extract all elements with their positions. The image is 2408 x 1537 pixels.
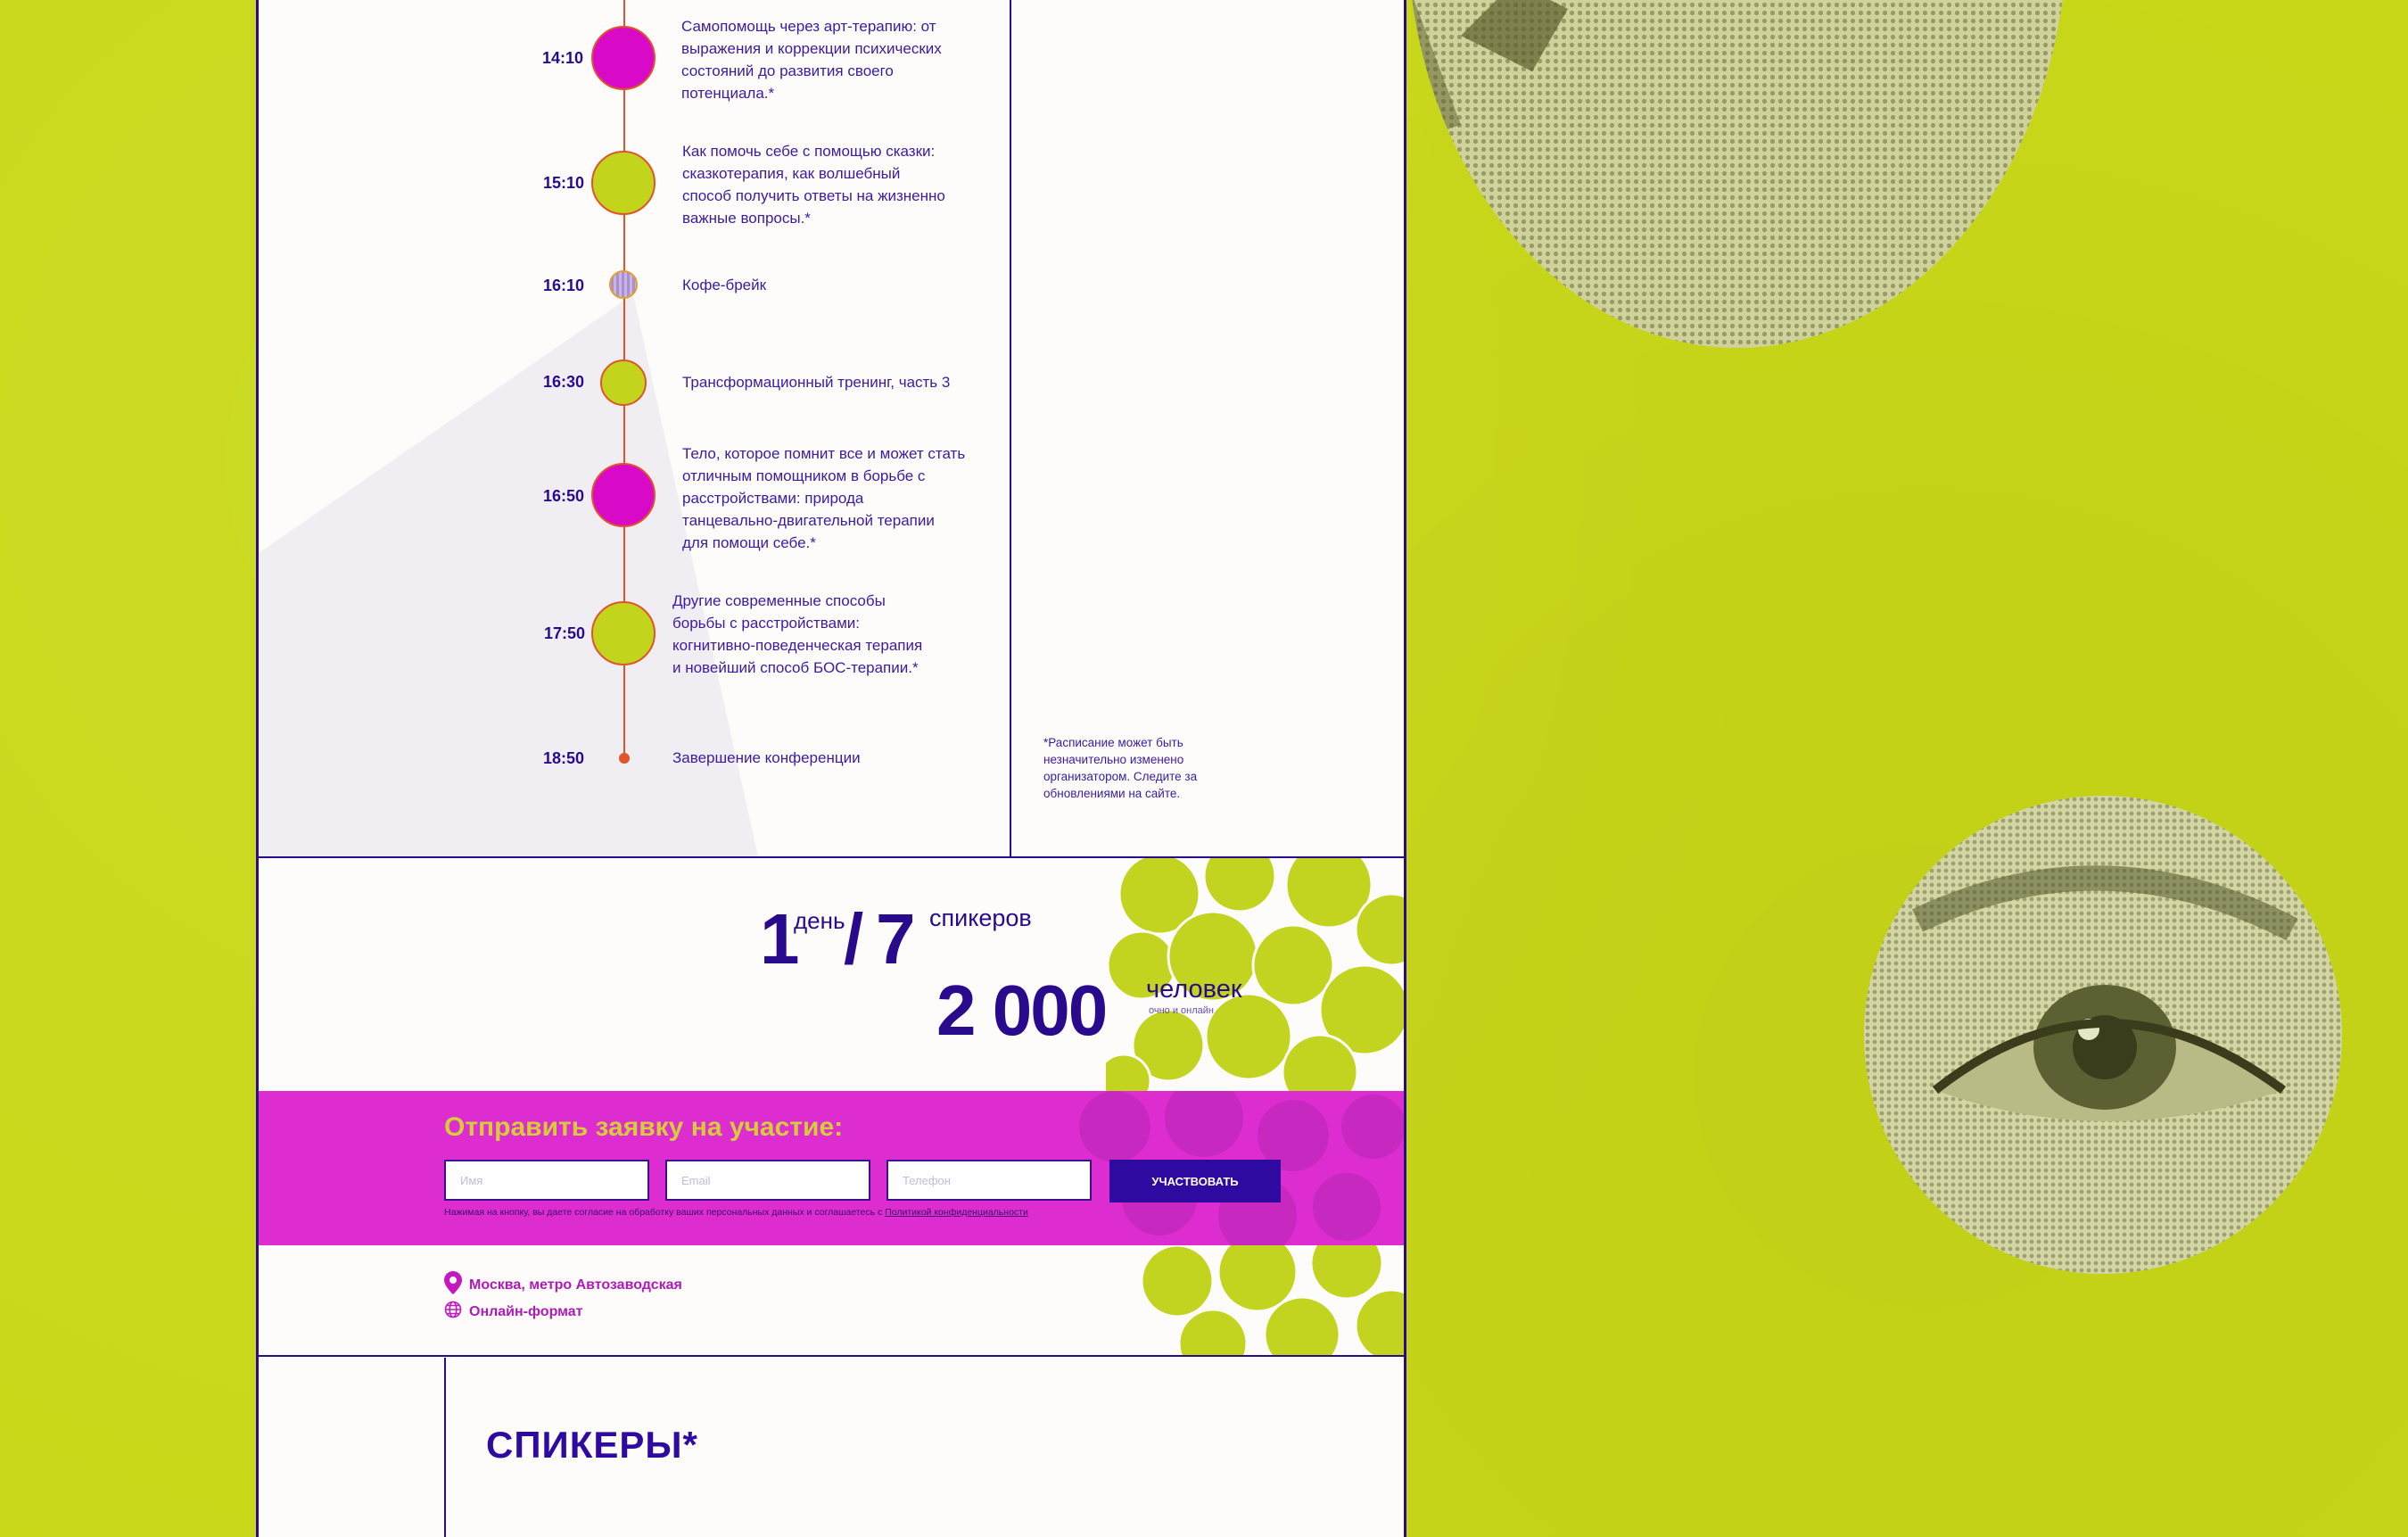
timeline-dot-lime bbox=[600, 359, 647, 406]
event-line: состояний до развития своего bbox=[681, 62, 894, 79]
schedule-note: *Расписание может быть незначительно изм… bbox=[1043, 736, 1198, 800]
schedule-event: Завершение конференции bbox=[672, 747, 861, 769]
timeline-dot-lime bbox=[591, 601, 656, 665]
consent-text: Нажимая на кнопку, вы даете согласие на … bbox=[444, 1207, 1028, 1218]
stat-days-label: день bbox=[794, 907, 845, 934]
schedule-time: 14:10 bbox=[542, 49, 584, 67]
location-address: Москва, метро Автозаводская bbox=[444, 1271, 682, 1299]
event-line: когнитивно-поведенческая терапия bbox=[672, 637, 923, 654]
participate-button[interactable]: УЧАСТВОВАТЬ bbox=[1109, 1160, 1281, 1202]
stat-people-sub: очно и онлайн bbox=[1149, 1005, 1215, 1016]
schedule-time: 17:50 bbox=[544, 624, 586, 642]
name-input[interactable] bbox=[444, 1160, 649, 1201]
decor-shadow bbox=[259, 294, 758, 856]
bubbles-decor-loc bbox=[1142, 1245, 1404, 1356]
schedule-section: 14:10 Самопомощь через арт-терапию: от в… bbox=[259, 0, 1404, 856]
timeline-dot-striped bbox=[609, 270, 638, 299]
stats-section: 1 день / 7 спикеров 2 000 человек очно и… bbox=[259, 858, 1404, 1091]
timeline-dot-magenta bbox=[591, 463, 656, 527]
consent-label: Нажимая на кнопку, вы даете согласие на … bbox=[444, 1207, 886, 1218]
speakers-section: СПИКЕРЫ* bbox=[259, 1358, 1404, 1537]
event-line: важные вопросы.* bbox=[682, 210, 811, 227]
timeline-dot-magenta bbox=[591, 26, 656, 90]
schedule-event: Как помочь себе с помощью сказки: сказко… bbox=[682, 140, 945, 229]
event-line: способ получить ответы на жизненно bbox=[682, 187, 945, 204]
event-line: танцевально-двигательной терапии bbox=[682, 512, 935, 529]
phone-input[interactable] bbox=[887, 1160, 1092, 1201]
schedule-time: 16:50 bbox=[543, 487, 585, 505]
eye-halftone-image bbox=[1864, 796, 2342, 1274]
event-line: и новейший способ БОС-терапии.* bbox=[672, 659, 919, 676]
event-line: Кофе-брейк bbox=[682, 277, 767, 293]
speakers-title: СПИКЕРЫ* bbox=[486, 1424, 698, 1466]
location-online: Онлайн-формат bbox=[444, 1301, 582, 1323]
stat-people-label: человек bbox=[1146, 975, 1242, 1004]
event-line: Трансформационный тренинг, часть 3 bbox=[682, 374, 951, 391]
location-address-text: Москва, метро Автозаводская bbox=[469, 1277, 682, 1293]
stat-slash: / bbox=[844, 899, 863, 979]
main-content-panel: 14:10 Самопомощь через арт-терапию: от в… bbox=[256, 0, 1406, 1537]
event-line: Завершение конференции bbox=[672, 749, 861, 766]
event-line: отличным помощником в борьбе с bbox=[682, 467, 926, 484]
event-line: потенциала.* bbox=[681, 85, 775, 102]
schedule-time: 18:50 bbox=[543, 749, 585, 767]
schedule-event: Кофе-брейк bbox=[682, 274, 766, 296]
stat-days-number: 1 bbox=[760, 899, 799, 979]
event-line: выражения и коррекции психических bbox=[681, 40, 942, 57]
map-pin-icon bbox=[444, 1271, 462, 1299]
column-divider bbox=[1010, 0, 1011, 856]
event-line: Самопомощь через арт-терапию: от bbox=[681, 18, 936, 35]
schedule-time: 16:30 bbox=[543, 373, 585, 391]
schedule-time: 15:10 bbox=[543, 174, 585, 192]
location-online-text: Онлайн-формат bbox=[469, 1303, 583, 1319]
location-section: Москва, метро Автозаводская Онлайн-форма… bbox=[259, 1245, 1404, 1356]
timeline-dot-lime bbox=[591, 151, 656, 215]
event-line: борьбы с расстройствами: bbox=[672, 615, 860, 632]
privacy-policy-link[interactable]: Политикой конфиденциальности bbox=[885, 1207, 1028, 1218]
stat-speakers-number: 7 bbox=[876, 899, 915, 979]
schedule-event: Тело, которое помнит все и может стать о… bbox=[682, 442, 965, 554]
form-title: Отправить заявку на участие: bbox=[444, 1112, 844, 1142]
schedule-event: Трансформационный тренинг, часть 3 bbox=[682, 371, 950, 393]
section-divider bbox=[259, 1355, 1404, 1357]
stat-people-number: 2 000 bbox=[936, 971, 1108, 1050]
event-line: Как помочь себе с помощью сказки: bbox=[682, 143, 936, 160]
schedule-time: 16:10 bbox=[543, 277, 585, 294]
event-line: сказкотерапия, как волшебный bbox=[682, 165, 901, 182]
event-line: Тело, которое помнит все и может стать bbox=[682, 445, 966, 462]
email-input[interactable] bbox=[665, 1160, 870, 1201]
speakers-divider bbox=[444, 1358, 446, 1537]
event-line: расстройствами: природа bbox=[682, 490, 864, 507]
signup-form-band: Отправить заявку на участие: УЧАСТВОВАТЬ… bbox=[259, 1091, 1404, 1245]
schedule-event: Другие современные способы борьбы с расс… bbox=[672, 590, 922, 679]
timeline-dot-end bbox=[619, 753, 630, 764]
stat-speakers-label: спикеров bbox=[929, 905, 1032, 931]
globe-icon bbox=[444, 1301, 462, 1323]
event-line: Другие современные способы bbox=[672, 592, 886, 609]
schedule-event: Самопомощь через арт-терапию: от выражен… bbox=[681, 15, 942, 104]
event-line: для помощи себе.* bbox=[682, 534, 816, 551]
